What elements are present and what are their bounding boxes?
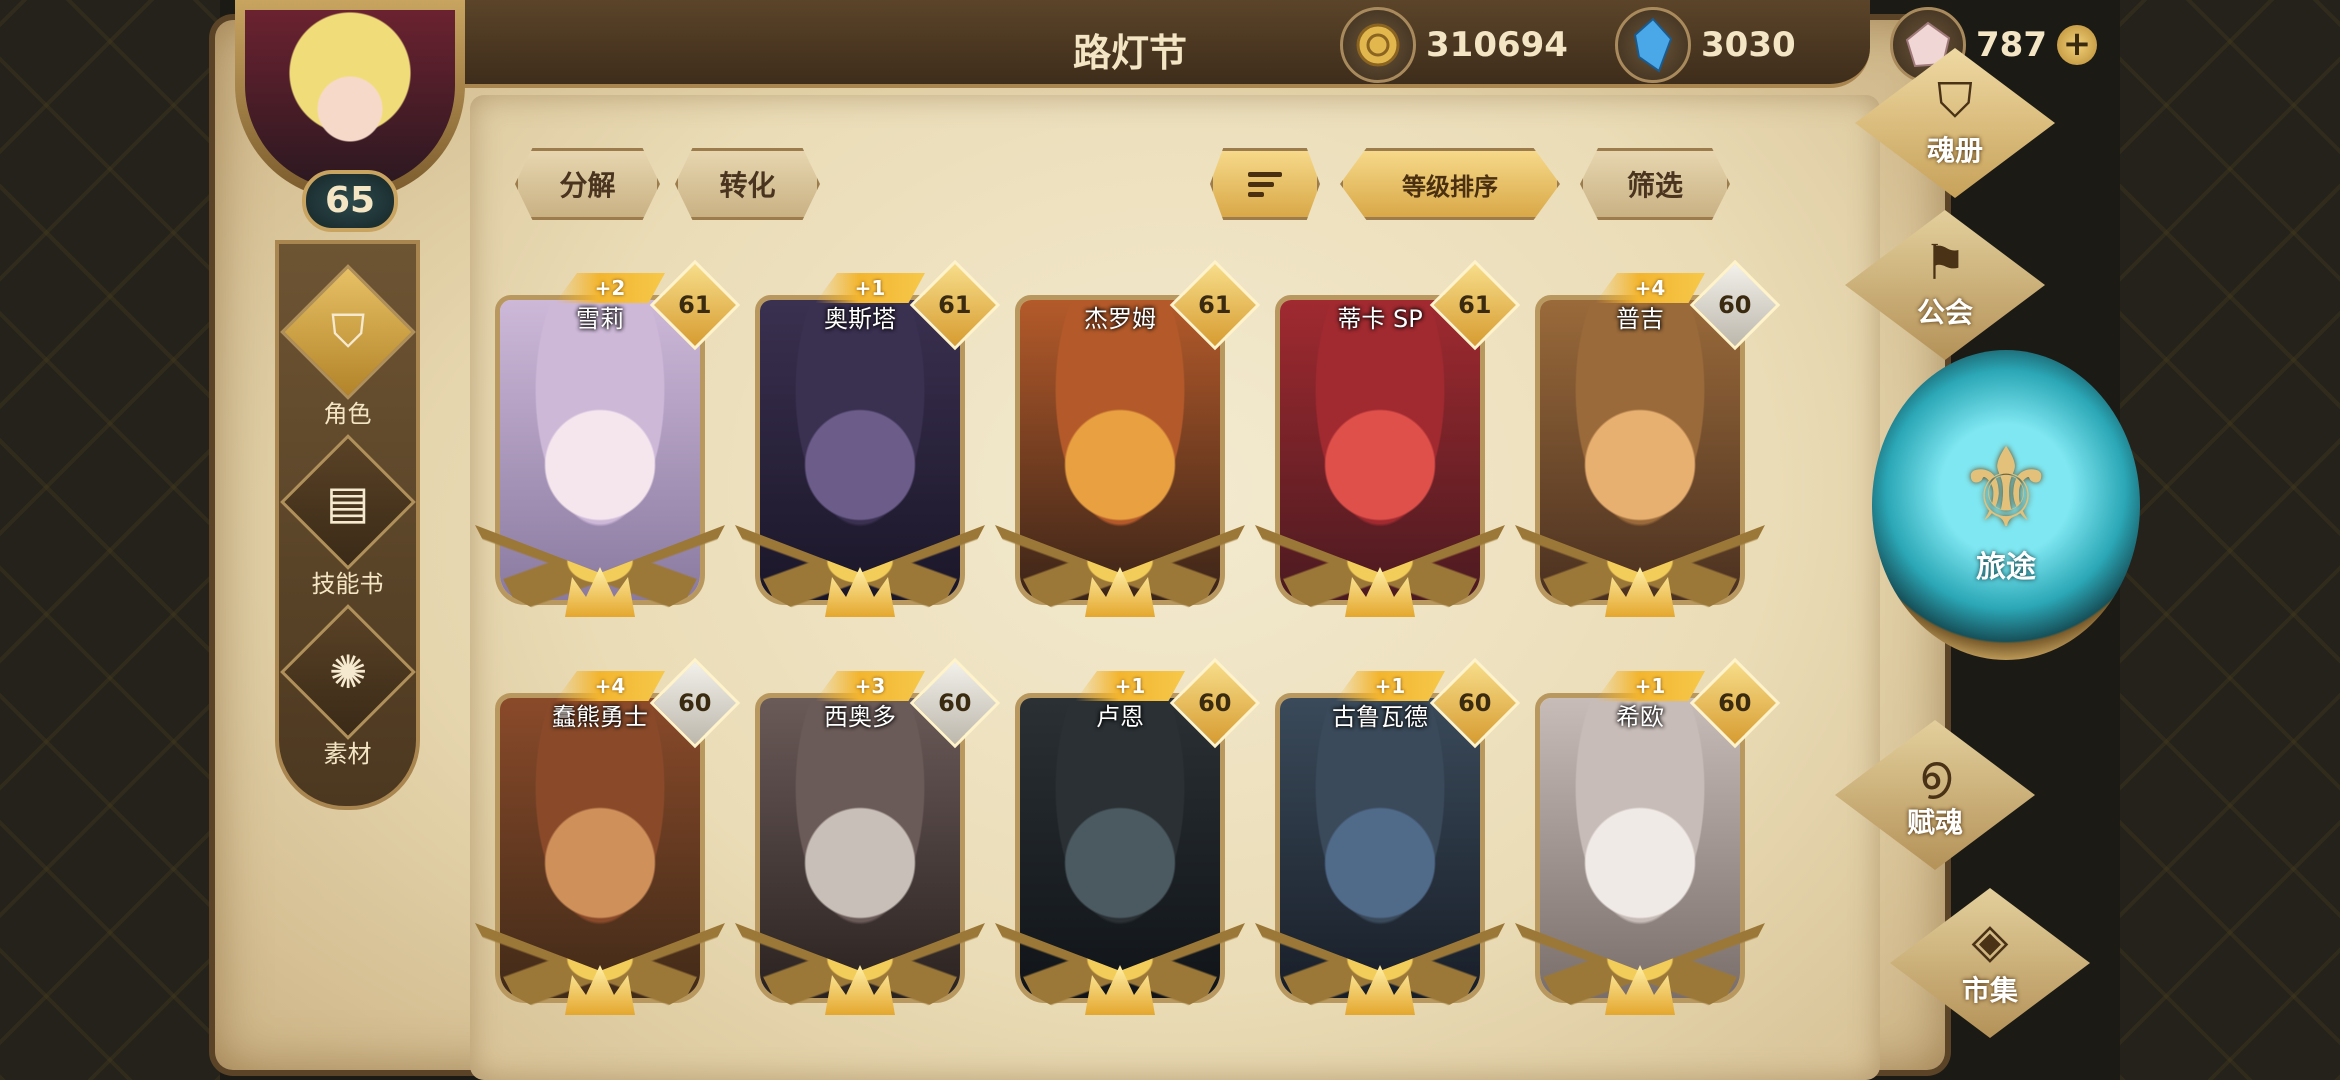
soul-helmet-icon: ⛉ bbox=[1936, 73, 1973, 129]
guild-banner-icon: ⚑ bbox=[1923, 235, 1967, 291]
hero-level: 61 bbox=[1458, 291, 1492, 319]
left-nav: ⛉ 角色 ▤ 技能书 ✺ 素材 bbox=[275, 240, 420, 810]
hero-level: 60 bbox=[938, 689, 972, 717]
convert-button[interactable]: 转化 bbox=[675, 148, 820, 220]
level-sort-button[interactable]: 等级排序 bbox=[1340, 148, 1560, 220]
hero-card[interactable]: 卢恩 +1 60 bbox=[995, 657, 1261, 1080]
player-name: 路灯节 bbox=[1072, 31, 1187, 75]
hero-card[interactable]: 古鲁瓦德 +1 60 bbox=[1255, 657, 1521, 1080]
hero-card[interactable]: 蒂卡 SP 61 bbox=[1255, 259, 1521, 685]
gold-coin-icon bbox=[1340, 7, 1416, 83]
journey-label: 旅途 bbox=[1976, 550, 2036, 585]
sort-order-button[interactable] bbox=[1210, 148, 1320, 220]
hero-card[interactable]: 杰罗姆 61 bbox=[995, 259, 1261, 685]
swirl-icon: ൭ bbox=[1918, 745, 1952, 801]
hero-level: 61 bbox=[678, 291, 712, 319]
talent-label: 赋魂 bbox=[1906, 806, 1963, 839]
guild-label: 公会 bbox=[1916, 296, 1973, 329]
soulbook-button[interactable]: ⛉ 魂册 bbox=[1840, 48, 2070, 198]
sort-icon bbox=[1248, 171, 1282, 197]
nav-item-character[interactable]: ⛉ 角色 bbox=[279, 264, 416, 434]
gem-market-icon: ◈ bbox=[1971, 913, 2009, 969]
talent-button[interactable]: ൭ 赋魂 bbox=[1820, 720, 2050, 870]
market-label: 市集 bbox=[1961, 974, 2018, 1007]
book-icon: ▤ bbox=[279, 434, 416, 570]
journey-button[interactable]: ⚜ 旅途 bbox=[1872, 350, 2140, 660]
hero-level: 60 bbox=[678, 689, 712, 717]
nav-item-skillbook[interactable]: ▤ 技能书 bbox=[279, 434, 416, 604]
player-avatar[interactable]: 65 bbox=[220, 0, 480, 250]
hero-level: 61 bbox=[1198, 291, 1232, 319]
hero-card[interactable]: 雪莉 +2 61 bbox=[475, 259, 741, 685]
gold-value: 310694 bbox=[1426, 25, 1568, 65]
gem-resource: 3030 bbox=[1615, 7, 1796, 83]
decompose-button[interactable]: 分解 bbox=[515, 148, 660, 220]
nav-item-material[interactable]: ✺ 素材 bbox=[279, 604, 416, 774]
hero-level: 60 bbox=[1718, 689, 1752, 717]
guild-button[interactable]: ⚑ 公会 bbox=[1830, 210, 2060, 360]
hero-card[interactable]: 蠢熊勇士 +4 60 bbox=[475, 657, 741, 1080]
top-bar: 路灯节 310694 3030 787 + bbox=[420, 0, 2097, 88]
filter-button[interactable]: 筛选 bbox=[1580, 148, 1730, 220]
hero-level: 60 bbox=[1458, 689, 1492, 717]
soulbook-label: 魂册 bbox=[1926, 134, 1983, 167]
player-level-badge: 65 bbox=[302, 170, 398, 232]
gem-value: 3030 bbox=[1701, 25, 1796, 65]
helmet-icon: ⛉ bbox=[279, 264, 416, 400]
gold-resource: 310694 bbox=[1340, 7, 1568, 83]
right-background bbox=[2120, 0, 2340, 1080]
avatar-image bbox=[245, 10, 455, 190]
hero-level: 60 bbox=[1198, 689, 1232, 717]
hero-card[interactable]: 普吉 +4 60 bbox=[1515, 259, 1781, 685]
hero-card[interactable]: 奥斯塔 +1 61 bbox=[735, 259, 1001, 685]
market-button[interactable]: ◈ 市集 bbox=[1875, 888, 2105, 1038]
trident-icon: ⚜ bbox=[1956, 424, 2056, 552]
hero-card[interactable]: 西奥多 +3 60 bbox=[735, 657, 1001, 1080]
hero-level: 60 bbox=[1718, 291, 1752, 319]
material-icon: ✺ bbox=[279, 604, 416, 740]
left-background bbox=[0, 0, 220, 1080]
blue-crystal-icon bbox=[1615, 7, 1691, 83]
hero-level: 61 bbox=[938, 291, 972, 319]
hero-card[interactable]: 希欧 +1 60 bbox=[1515, 657, 1781, 1080]
